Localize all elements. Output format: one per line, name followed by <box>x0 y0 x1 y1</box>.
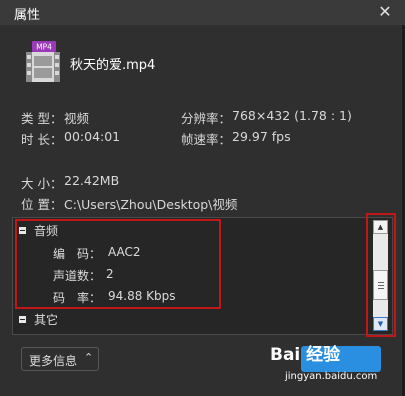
highlight-box-audio <box>15 219 221 309</box>
file-name: 秋天的爱.mp4 <box>70 58 156 73</box>
file-badge: MP4 <box>36 43 52 52</box>
watermark-sub: jingyan.baidu.com <box>285 371 378 382</box>
video-file-icon: MP4 <box>26 41 60 82</box>
type-label: 类 型： <box>21 111 63 126</box>
watermark-main: Bai 经验 <box>270 345 341 365</box>
more-info-button[interactable]: 更多信息 ⌃ <box>21 347 99 371</box>
duration-value: 00:04:01 <box>64 129 121 144</box>
properties-window: 属性 ✕ MP4 秋天的爱.mp4 类 型： 视频 分辨率： 768×432 (… <box>0 0 405 396</box>
window-title: 属性 <box>14 8 41 23</box>
resolution-label: 分辨率： <box>181 111 232 126</box>
size-value: 22.42MB <box>64 173 120 188</box>
duration-label: 时 长： <box>21 132 63 147</box>
more-info-label: 更多信息 <box>29 354 78 368</box>
resolution-value: 768×432 (1.78 : 1) <box>232 108 352 123</box>
title-bar: 属性 ✕ <box>0 0 405 25</box>
size-label: 大 小： <box>21 176 63 191</box>
chevron-up-icon: ⌃ <box>84 351 94 364</box>
framerate-label: 帧速率： <box>181 132 232 147</box>
location-label: 位 置： <box>21 197 63 212</box>
framerate-value: 29.97 fps <box>232 129 291 144</box>
close-icon[interactable]: ✕ <box>374 1 396 23</box>
location-value: C:\Users\Zhou\Desktop\视频 <box>64 197 238 212</box>
other-section-header[interactable]: 其它 <box>34 311 58 328</box>
highlight-box-scrollbar <box>366 213 396 337</box>
collapse-icon[interactable] <box>19 316 26 323</box>
type-value: 视频 <box>64 111 90 126</box>
